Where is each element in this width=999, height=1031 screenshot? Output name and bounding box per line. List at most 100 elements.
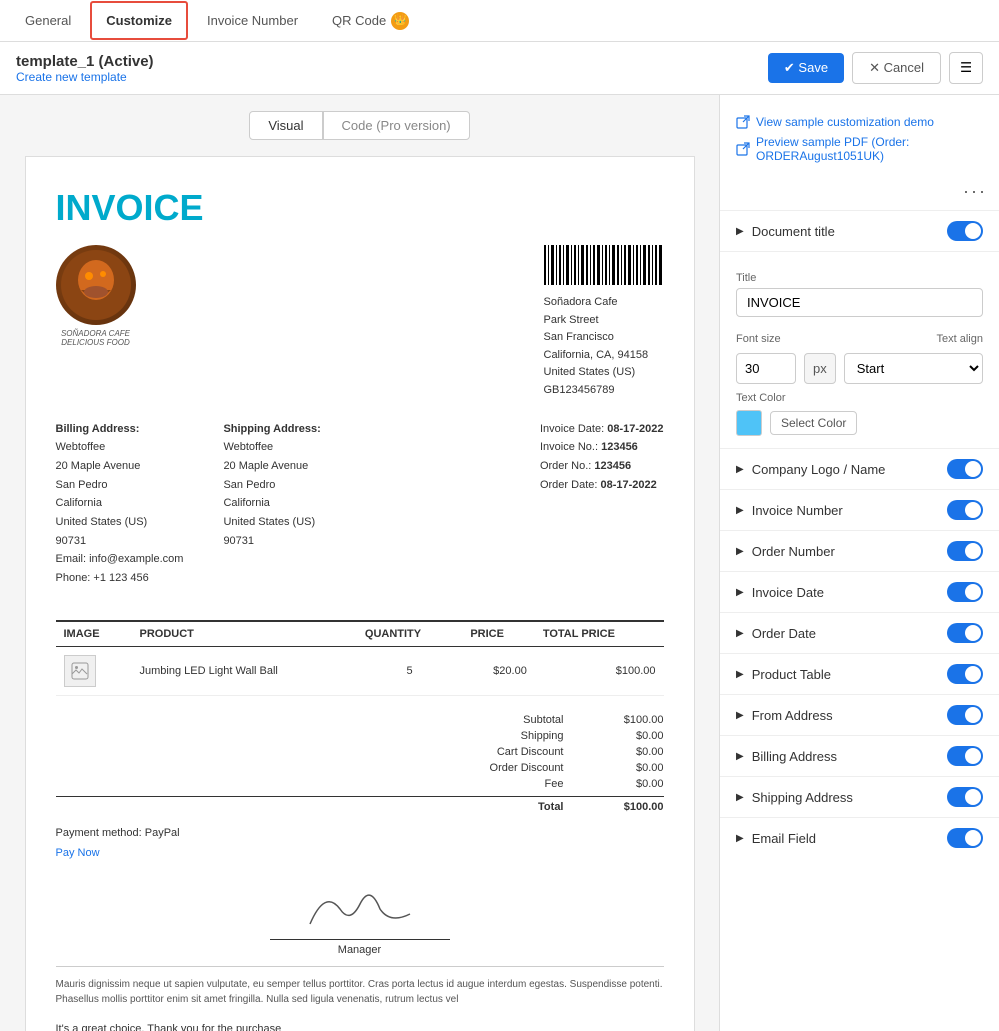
signature-area: Manager (56, 879, 664, 956)
chevron-right-icon-4: ▶ (736, 587, 744, 598)
section-email-field-label: Email Field (752, 831, 816, 846)
section-company-logo-label: Company Logo / Name (752, 462, 886, 477)
section-product-table[interactable]: ▶ Product Table (720, 653, 999, 694)
pdf-preview-link[interactable]: Preview sample PDF (Order: ORDERAugust10… (736, 135, 983, 163)
company-logo-area: SOÑADORA CAFEDELICIOUS FOOD (56, 245, 136, 400)
tab-qr-code[interactable]: QR Code 👑 (317, 1, 424, 41)
pay-now-link[interactable]: Pay Now (56, 847, 100, 859)
invoice-preview: INVOICE SOÑADORA CAFEDELIC (25, 156, 695, 1031)
section-from-address[interactable]: ▶ From Address (720, 694, 999, 735)
totals-section: Subtotal $100.00 Shipping $0.00 Cart Dis… (56, 712, 664, 815)
section-company-logo[interactable]: ▶ Company Logo / Name (720, 448, 999, 489)
tab-invoice-number[interactable]: Invoice Number (192, 2, 313, 39)
table-row: Jumbing LED Light Wall Ball 5 $20.00 $10… (56, 646, 664, 695)
page-header: template_1 (Active) Create new template … (0, 42, 999, 95)
section-shipping-address[interactable]: ▶ Shipping Address (720, 776, 999, 817)
color-row: Select Color (736, 410, 983, 436)
company-info: Soñadora Cafe Park Street San Francisco … (544, 294, 664, 400)
col-total-price: TOTAL PRICE (535, 621, 664, 647)
billing-address-block: Billing Address: Webtoffee 20 Maple Aven… (56, 420, 184, 588)
payment-method-row: Payment method: PayPal (56, 827, 664, 839)
chevron-right-icon-9: ▶ (736, 792, 744, 803)
visual-view-button[interactable]: Visual (249, 111, 322, 140)
create-new-template-link[interactable]: Create new template (16, 70, 154, 84)
invoice-title: INVOICE (56, 187, 664, 229)
color-swatch[interactable] (736, 410, 762, 436)
shipping-address-block: Shipping Address: Webtoffee 20 Maple Ave… (223, 420, 320, 588)
section-order-number[interactable]: ▶ Order Number (720, 530, 999, 571)
col-product: PRODUCT (132, 621, 357, 647)
company-logo (56, 245, 136, 325)
header-actions: ✔ Save ✕ Cancel ☰ (768, 52, 983, 84)
col-quantity: QUANTITY (357, 621, 462, 647)
from-address-toggle[interactable] (947, 705, 983, 725)
fee-row: Fee $0.00 (56, 776, 664, 792)
billing-address-toggle[interactable] (947, 746, 983, 766)
company-logo-toggle[interactable] (947, 459, 983, 479)
right-panel: View sample customization demo Preview s… (719, 95, 999, 1031)
section-email-field[interactable]: ▶ Email Field (720, 817, 999, 858)
menu-button[interactable]: ☰ (949, 52, 983, 84)
address-section: Billing Address: Webtoffee 20 Maple Aven… (56, 420, 321, 588)
chevron-right-icon-8: ▶ (736, 751, 744, 762)
signature-image (56, 879, 664, 939)
product-name-cell: Jumbing LED Light Wall Ball (132, 646, 357, 695)
code-view-button[interactable]: Code (Pro version) (323, 111, 470, 140)
panel-links: View sample customization demo Preview s… (720, 107, 999, 181)
tab-customize[interactable]: Customize (90, 1, 188, 40)
title-input[interactable] (736, 288, 983, 317)
section-billing-address[interactable]: ▶ Billing Address (720, 735, 999, 776)
shipping-address-toggle[interactable] (947, 787, 983, 807)
font-size-label: Font size (736, 333, 781, 345)
header-left: template_1 (Active) Create new template (16, 53, 154, 84)
order-date-toggle[interactable] (947, 623, 983, 643)
section-invoice-number[interactable]: ▶ Invoice Number (720, 489, 999, 530)
tab-general[interactable]: General (10, 2, 86, 39)
text-align-select[interactable]: Start Center End (844, 353, 983, 384)
invoice-number-toggle[interactable] (947, 500, 983, 520)
main-layout: Visual Code (Pro version) INVOICE (0, 95, 999, 1031)
invoice-top: SOÑADORA CAFEDELICIOUS FOOD (56, 245, 664, 400)
section-product-table-label: Product Table (752, 667, 831, 682)
select-color-button[interactable]: Select Color (770, 411, 857, 435)
barcode-icon (544, 245, 664, 285)
product-table-toggle[interactable] (947, 664, 983, 684)
total-row: Total $100.00 (56, 796, 664, 815)
order-number-toggle[interactable] (947, 541, 983, 561)
crown-badge: 👑 (391, 12, 409, 30)
product-image-placeholder (64, 655, 96, 687)
signature-label: Manager (56, 944, 664, 956)
email-field-toggle[interactable] (947, 828, 983, 848)
cancel-button[interactable]: ✕ Cancel (852, 52, 941, 84)
subtotal-row: Subtotal $100.00 (56, 712, 664, 728)
logo-text: SOÑADORA CAFEDELICIOUS FOOD (61, 329, 130, 347)
chevron-down-icon: ▶ (736, 226, 744, 237)
section-invoice-date[interactable]: ▶ Invoice Date (720, 571, 999, 612)
font-unit-label: px (804, 353, 836, 384)
chevron-right-icon-10: ▶ (736, 833, 744, 844)
chevron-right-icon-7: ▶ (736, 710, 744, 721)
text-align-label: Text align (937, 333, 983, 345)
section-order-number-label: Order Number (752, 544, 835, 559)
product-qty-cell: 5 (357, 646, 462, 695)
section-from-address-label: From Address (752, 708, 833, 723)
barcode-area: Soñadora Cafe Park Street San Francisco … (544, 245, 664, 400)
chevron-right-icon: ▶ (736, 464, 744, 475)
chevron-right-icon-6: ▶ (736, 669, 744, 680)
invoice-date-toggle[interactable] (947, 582, 983, 602)
font-size-input[interactable] (736, 353, 796, 384)
view-toggle: Visual Code (Pro version) (16, 111, 703, 140)
panel-options-button[interactable]: ··· (720, 181, 999, 210)
section-order-date[interactable]: ▶ Order Date (720, 612, 999, 653)
demo-link[interactable]: View sample customization demo (736, 115, 983, 129)
product-price-cell: $20.00 (462, 646, 534, 695)
document-title-toggle[interactable] (947, 221, 983, 241)
pay-now-row: Pay Now (56, 847, 664, 859)
product-image-cell (56, 646, 132, 695)
section-document-title[interactable]: ▶ Document title (720, 210, 999, 251)
save-button[interactable]: ✔ Save (768, 53, 844, 83)
col-image: IMAGE (56, 621, 132, 647)
section-billing-address-label: Billing Address (752, 749, 837, 764)
section-invoice-date-label: Invoice Date (752, 585, 824, 600)
font-size-row: px Start Center End (736, 353, 983, 384)
